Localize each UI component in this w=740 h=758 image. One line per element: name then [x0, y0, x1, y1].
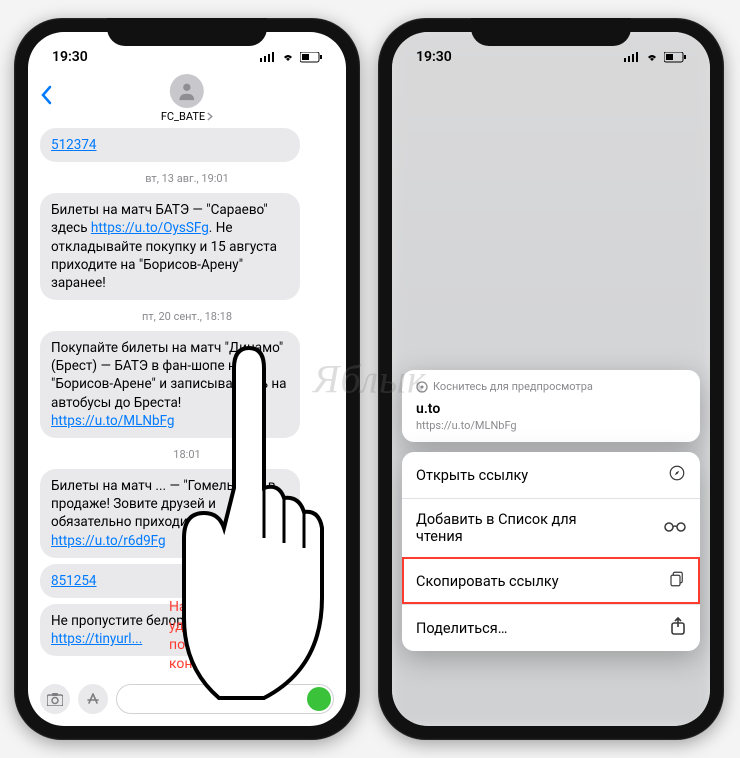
wifi-icon — [645, 52, 659, 62]
wifi-icon — [281, 52, 295, 62]
message-date: пт, 20 сент., 18:18 — [40, 310, 334, 325]
message-link[interactable]: 851254 — [51, 573, 97, 589]
share-icon — [670, 617, 686, 639]
menu-item-label: Поделиться… — [416, 620, 507, 637]
preview-title: u.to — [416, 401, 686, 417]
nav-bar: FC_BATE — [28, 72, 346, 124]
status-time: 19:30 — [416, 49, 452, 65]
appstore-icon — [86, 692, 100, 706]
glasses-icon — [664, 520, 686, 537]
contact-name: FC_BATE — [161, 110, 205, 123]
appstore-button[interactable] — [78, 684, 108, 714]
chevron-left-icon — [40, 85, 52, 105]
menu-item-share[interactable]: Поделиться… — [402, 604, 700, 651]
battery-icon — [664, 52, 686, 63]
message-link[interactable]: https://u.to/r6d9Fg — [51, 533, 166, 549]
phone-right: 19:30 Коснитесь для предпросмотра u.to h… — [378, 18, 724, 740]
notch — [107, 18, 267, 46]
menu-item-glasses[interactable]: Добавить в Список для чтения — [402, 498, 700, 557]
preview-url: https://u.to/MLNbFg — [416, 419, 686, 432]
message-bubble[interactable]: Билеты на матч ... — "Гомель" уже в прод… — [40, 469, 300, 558]
preview-hint-row: Коснитесь для предпросмотра — [416, 380, 686, 393]
message-link[interactable]: https://u.to/MLNbFg — [51, 413, 174, 429]
cellular-icon — [624, 52, 640, 62]
message-bubble[interactable]: 512374 — [40, 128, 300, 162]
person-icon — [176, 80, 198, 102]
status-time: 19:30 — [52, 49, 88, 65]
back-button[interactable] — [40, 85, 64, 111]
message-link[interactable]: https://u.to/OysSFg — [91, 220, 209, 236]
cellular-icon — [260, 52, 276, 62]
message-link[interactable]: https://tinyurl... — [51, 631, 142, 647]
message-bubble[interactable]: Билеты на матч БАТЭ — "Сараево" здесь ht… — [40, 193, 300, 300]
status-indicators — [624, 52, 686, 63]
avatar — [170, 74, 204, 108]
camera-icon — [47, 693, 63, 706]
preview-hint: Коснитесь для предпросмотра — [433, 380, 593, 393]
notch — [471, 18, 631, 46]
instruction-callout: Нажмите и удерживайте до появления конте… — [169, 598, 329, 674]
status-indicators — [260, 52, 322, 63]
send-button[interactable] — [307, 687, 331, 711]
message-date: 18:01 — [40, 448, 334, 463]
message-bubble[interactable]: Покупайте билеты на матч "Динамо" (Брест… — [40, 331, 300, 438]
battery-icon — [300, 52, 322, 63]
chevron-right-icon — [207, 112, 213, 121]
contact-name-row: FC_BATE — [161, 110, 213, 123]
menu-item-compass[interactable]: Открыть ссылку — [402, 452, 700, 498]
contact-header[interactable]: FC_BATE — [161, 74, 213, 123]
copy-icon — [668, 570, 686, 592]
context-menu-sheet: Коснитесь для предпросмотра u.to https:/… — [402, 370, 700, 661]
menu-item-copy[interactable]: Скопировать ссылку — [402, 557, 700, 604]
message-bubble[interactable]: 851254 — [40, 564, 300, 598]
context-menu: Открыть ссылку Добавить в Список для чтен… — [402, 452, 700, 651]
phone-left: 19:30 FC_BATE 512374вт, 13 — [14, 18, 360, 740]
message-link[interactable]: 512374 — [51, 137, 97, 153]
message-input[interactable] — [116, 684, 334, 714]
menu-item-label: Добавить в Список для чтения — [416, 511, 616, 545]
message-date: вт, 13 авг., 19:01 — [40, 172, 334, 187]
touch-icon — [416, 381, 428, 393]
camera-button[interactable] — [40, 684, 70, 714]
input-bar — [28, 678, 346, 720]
link-preview-card[interactable]: Коснитесь для предпросмотра u.to https:/… — [402, 370, 700, 442]
menu-item-label: Открыть ссылку — [416, 467, 528, 484]
screen-right: 19:30 Коснитесь для предпросмотра u.to h… — [392, 32, 710, 726]
compass-icon — [668, 464, 686, 486]
menu-item-label: Скопировать ссылку — [416, 573, 559, 590]
